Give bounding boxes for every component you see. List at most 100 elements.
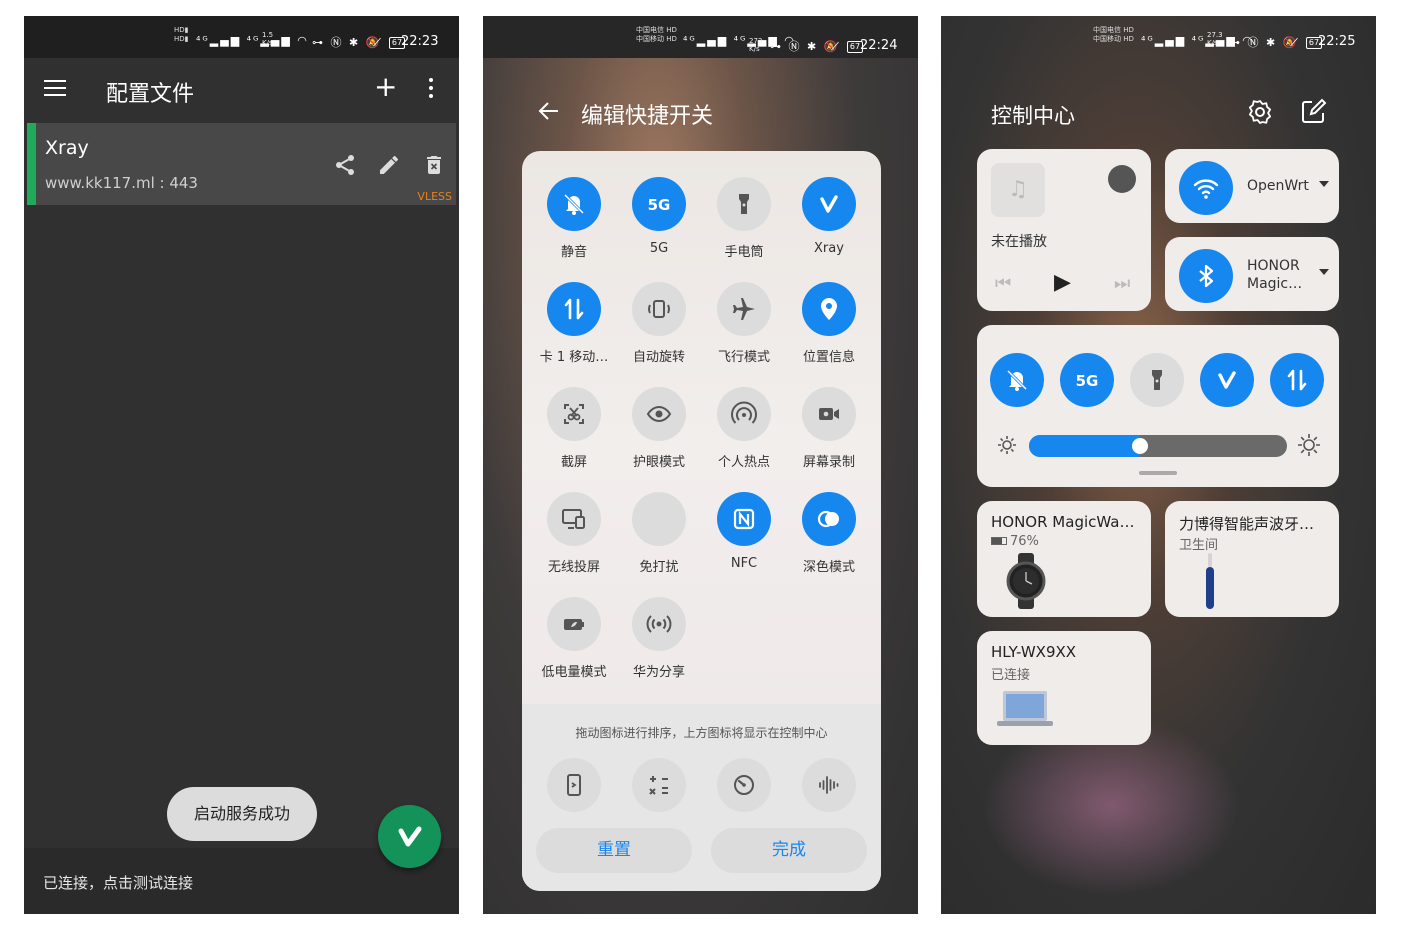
previous-icon[interactable]: ⏮ [995, 273, 1011, 294]
menu-icon[interactable] [44, 80, 66, 96]
switch-tile[interactable]: 护眼模式 [619, 387, 699, 470]
dark-mode-icon[interactable] [802, 492, 856, 546]
screenshot-icon[interactable] [547, 387, 601, 441]
switch-tile[interactable]: 屏幕录制 [789, 387, 869, 470]
unused-switch-tile[interactable] [789, 758, 869, 812]
edit-icon[interactable] [1299, 98, 1327, 126]
bluetooth-card[interactable]: HONOR Magic… [1165, 237, 1339, 311]
quick-toggles-card: 5G [977, 325, 1339, 487]
chevron-down-icon[interactable] [1319, 181, 1329, 187]
switch-tile[interactable]: 个人热点 [704, 387, 784, 470]
share-wave-icon[interactable] [632, 597, 686, 651]
brightness-slider[interactable] [1029, 435, 1287, 457]
protocol-tag: VLESS [417, 190, 452, 203]
unused-switch-tile[interactable] [619, 758, 699, 812]
switch-label: 静音 [560, 245, 587, 260]
device-card-laptop[interactable]: HLY-WX9XX 已连接 [977, 631, 1151, 745]
phone-icon[interactable] [547, 758, 601, 812]
switch-tile[interactable]: 静音 [534, 177, 614, 260]
net-speed: 27.3 K/s [1207, 31, 1223, 47]
unused-switch-tile[interactable] [704, 758, 784, 812]
timer-icon[interactable] [717, 758, 771, 812]
clock: 22:25 [1318, 34, 1356, 49]
switch-tile[interactable]: NFC [704, 492, 784, 571]
cast-icon[interactable] [547, 492, 601, 546]
wifi-card[interactable]: OpenWrt [1165, 149, 1339, 223]
switch-tile[interactable]: 手电筒 [704, 177, 784, 260]
switch-label: 位置信息 [802, 350, 855, 365]
flashlight-icon[interactable] [717, 177, 771, 231]
chevron-down-icon[interactable] [1319, 269, 1329, 275]
moon-icon[interactable] [632, 492, 686, 546]
unused-switch-tile[interactable] [534, 758, 614, 812]
clock: 22:23 [401, 34, 439, 49]
connect-fab-button[interactable] [378, 805, 441, 868]
location-icon[interactable] [802, 282, 856, 336]
more-icon[interactable] [429, 78, 435, 102]
switch-tile[interactable]: 华为分享 [619, 597, 699, 680]
gear-icon[interactable] [1246, 98, 1274, 126]
brightness-high-icon [1297, 433, 1321, 457]
status-bar: 中国电信 HD 中国移动 HD ⁴ᴳ▂▄▆ ⁴ᴳ▂▄▆ ◠ 27.3 K/s ⊶ Ⓝ… [941, 16, 1376, 58]
switch-tile[interactable]: 卡 1 移动… [534, 282, 614, 365]
status-bar: HD▮ HD▮ ⁴ᴳ▂▄▆ ⁴ᴳ▂▄▆ ◠ 1.5 K/s ⊶ Ⓝ ✱ 🔕̸ 67 … [24, 16, 459, 58]
share-icon[interactable] [333, 153, 357, 177]
bell-off-icon[interactable] [990, 353, 1044, 407]
switch-label: 5G [649, 241, 669, 256]
v-icon[interactable] [802, 177, 856, 231]
battery-saver-icon[interactable] [547, 597, 601, 651]
next-icon[interactable]: ⏭ [1114, 273, 1130, 294]
calculator-icon[interactable] [632, 758, 686, 812]
v-icon [398, 826, 422, 847]
data-arrows-icon[interactable] [547, 282, 601, 336]
device-card-toothbrush[interactable]: 力博得智能声波牙… 卫生间 [1165, 501, 1339, 617]
5g-icon[interactable]: 5G [1060, 353, 1114, 407]
bluetooth-icon[interactable] [1179, 249, 1233, 303]
switch-tile[interactable]: Xray [789, 177, 869, 256]
hotspot-icon[interactable] [717, 387, 771, 441]
switch-label: 护眼模式 [632, 455, 685, 470]
airplane-icon[interactable] [717, 282, 771, 336]
brightness-knob[interactable] [1131, 438, 1148, 454]
bluetooth-device: HONOR Magic… [1247, 258, 1303, 292]
v-icon[interactable] [1200, 353, 1254, 407]
profile-card[interactable]: Xray www.kk117.ml : 443 VLESS [27, 123, 456, 205]
play-icon[interactable]: ▶ [1054, 270, 1071, 295]
audio-output-icon[interactable] [1108, 165, 1136, 193]
wifi-icon[interactable] [1179, 161, 1233, 215]
switch-tile[interactable]: 飞行模式 [704, 282, 784, 365]
eye-icon[interactable] [632, 387, 686, 441]
switch-tile[interactable]: 位置信息 [789, 282, 869, 365]
switch-label: Xray [814, 241, 844, 256]
switch-tile[interactable]: 自动旋转 [619, 282, 699, 365]
switch-tile[interactable]: 5G 5G [619, 177, 699, 256]
back-arrow-icon[interactable] [536, 98, 562, 131]
edit-icon[interactable] [377, 153, 401, 177]
switch-tile[interactable]: 截屏 [534, 387, 614, 470]
switch-tile[interactable]: 无线投屏 [534, 492, 614, 575]
record-icon[interactable] [802, 387, 856, 441]
device-card-watch[interactable]: HONOR MagicWa… 76% [977, 501, 1151, 617]
nfc-icon[interactable] [717, 492, 771, 546]
switch-tile[interactable]: 深色模式 [789, 492, 869, 575]
delete-icon[interactable] [422, 153, 446, 177]
media-card[interactable]: ♫ 未在播放 ⏮ ▶ ⏭ [977, 149, 1151, 311]
drag-handle[interactable] [1139, 471, 1177, 475]
done-button[interactable]: 完成 [711, 828, 867, 873]
reset-button[interactable]: 重置 [536, 828, 692, 873]
add-button[interactable]: + [374, 72, 397, 102]
flashlight-icon[interactable] [1130, 353, 1184, 407]
sound-wave-icon[interactable] [802, 758, 856, 812]
switch-tile[interactable]: 免打扰 [619, 492, 699, 575]
rotate-icon[interactable] [632, 282, 686, 336]
switch-tile[interactable]: 低电量模式 [534, 597, 614, 680]
switch-label: 屏幕录制 [802, 455, 855, 470]
bell-off-icon[interactable] [547, 177, 601, 231]
switch-label: 免打扰 [639, 560, 679, 575]
5g-icon[interactable]: 5G [632, 177, 686, 231]
phone-screen-control-center: 中国电信 HD 中国移动 HD ⁴ᴳ▂▄▆ ⁴ᴳ▂▄▆ ◠ 27.3 K/s ⊶ Ⓝ… [941, 16, 1376, 914]
smartwatch-icon [1006, 553, 1046, 609]
device-battery: 76% [991, 534, 1039, 549]
net-speed: 273 K/s [749, 37, 763, 53]
data-arrows-icon[interactable] [1270, 353, 1324, 407]
